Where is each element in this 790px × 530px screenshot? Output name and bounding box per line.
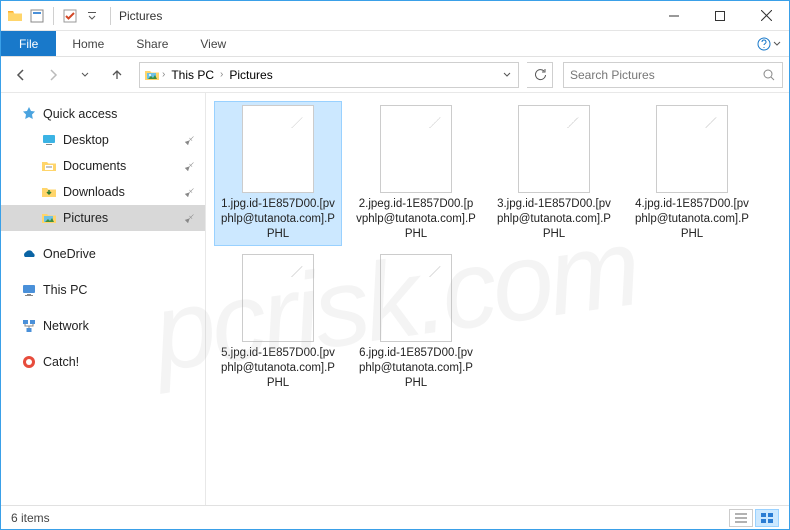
file-name: 3.jpg.id-1E857D00.[pvphlp@tutanota.com].…	[494, 197, 614, 242]
sidebar-this-pc[interactable]: This PC	[1, 277, 205, 303]
minimize-button[interactable]	[651, 1, 697, 30]
file-name: 6.jpg.id-1E857D00.[pvphlp@tutanota.com].…	[356, 346, 476, 391]
ribbon-help-icon[interactable]	[749, 31, 789, 56]
file-name: 1.jpg.id-1E857D00.[pvphlp@tutanota.com].…	[218, 197, 338, 242]
sidebar-catch[interactable]: Catch!	[1, 349, 205, 375]
file-icon	[518, 105, 590, 193]
pin-icon	[183, 185, 197, 199]
search-input[interactable]: Search Pictures	[563, 62, 783, 88]
pin-icon	[183, 211, 197, 225]
sidebar-network[interactable]: Network	[1, 313, 205, 339]
sidebar-item-label: Quick access	[43, 107, 117, 121]
icons-view-button[interactable]	[755, 509, 779, 527]
close-button[interactable]	[743, 1, 789, 30]
file-icon	[380, 254, 452, 342]
file-name: 4.jpg.id-1E857D00.[pvphlp@tutanota.com].…	[632, 197, 752, 242]
file-list[interactable]: 1.jpg.id-1E857D00.[pvphlp@tutanota.com].…	[206, 93, 789, 507]
forward-button[interactable]	[39, 61, 67, 89]
sidebar-item-label: OneDrive	[43, 247, 96, 261]
file-icon	[242, 254, 314, 342]
titlebar: Pictures	[1, 1, 789, 31]
address-dropdown-icon[interactable]	[500, 70, 514, 80]
breadcrumb-current[interactable]: Pictures	[225, 68, 276, 82]
qat-dropdown-icon[interactable]	[82, 6, 102, 26]
sidebar-item-label: This PC	[43, 283, 87, 297]
sidebar-item-desktop[interactable]: Desktop	[1, 127, 205, 153]
pin-icon	[183, 133, 197, 147]
file-icon	[242, 105, 314, 193]
properties-icon[interactable]	[27, 6, 47, 26]
file-icon	[656, 105, 728, 193]
onedrive-icon	[21, 246, 37, 262]
up-button[interactable]	[103, 61, 131, 89]
recent-dropdown-icon[interactable]	[71, 61, 99, 89]
chevron-right-icon[interactable]: ›	[218, 69, 225, 80]
maximize-button[interactable]	[697, 1, 743, 30]
ribbon: File Home Share View	[1, 31, 789, 57]
pc-icon	[21, 282, 37, 298]
file-item[interactable]: 2.jpeg.id-1E857D00.[pvphlp@tutanota.com]…	[352, 101, 480, 246]
sidebar-item-label: Pictures	[63, 211, 108, 225]
folder-icon	[41, 184, 57, 200]
status-count: 6 items	[11, 511, 50, 525]
address-bar[interactable]: › This PC › Pictures	[139, 62, 519, 88]
folder-icon	[5, 6, 25, 26]
checkbox-icon[interactable]	[60, 6, 80, 26]
back-button[interactable]	[7, 61, 35, 89]
sidebar-quick-access[interactable]: Quick access	[1, 101, 205, 127]
sidebar-item-label: Network	[43, 319, 89, 333]
file-tab[interactable]: File	[1, 31, 56, 56]
sidebar-item-label: Desktop	[63, 133, 109, 147]
status-bar: 6 items	[1, 505, 789, 529]
sidebar-item-label: Catch!	[43, 355, 79, 369]
refresh-button[interactable]	[527, 62, 553, 88]
network-icon	[21, 318, 37, 334]
search-icon[interactable]	[762, 68, 776, 82]
sidebar-onedrive[interactable]: OneDrive	[1, 241, 205, 267]
chevron-right-icon[interactable]: ›	[160, 69, 167, 80]
pin-icon	[183, 159, 197, 173]
catch-icon	[21, 354, 37, 370]
file-name: 2.jpeg.id-1E857D00.[pvphlp@tutanota.com]…	[356, 197, 476, 242]
sidebar-item-documents[interactable]: Documents	[1, 153, 205, 179]
breadcrumb-root[interactable]: This PC	[167, 68, 218, 82]
tab-share[interactable]: Share	[120, 31, 184, 56]
file-item[interactable]: 4.jpg.id-1E857D00.[pvphlp@tutanota.com].…	[628, 101, 756, 246]
file-item[interactable]: 1.jpg.id-1E857D00.[pvphlp@tutanota.com].…	[214, 101, 342, 246]
file-icon	[380, 105, 452, 193]
navbar: › This PC › Pictures Search Pictures	[1, 57, 789, 93]
star-icon	[21, 106, 37, 122]
file-item[interactable]: 6.jpg.id-1E857D00.[pvphlp@tutanota.com].…	[352, 250, 480, 395]
sidebar-item-downloads[interactable]: Downloads	[1, 179, 205, 205]
search-placeholder: Search Pictures	[570, 68, 655, 82]
folder-icon	[41, 132, 57, 148]
sidebar-item-pictures[interactable]: Pictures	[1, 205, 205, 231]
folder-icon	[41, 210, 57, 226]
file-item[interactable]: 5.jpg.id-1E857D00.[pvphlp@tutanota.com].…	[214, 250, 342, 395]
sidebar-item-label: Downloads	[63, 185, 125, 199]
tab-home[interactable]: Home	[56, 31, 120, 56]
window-title: Pictures	[115, 9, 162, 23]
tab-view[interactable]: View	[184, 31, 242, 56]
folder-icon	[41, 158, 57, 174]
file-name: 5.jpg.id-1E857D00.[pvphlp@tutanota.com].…	[218, 346, 338, 391]
details-view-button[interactable]	[729, 509, 753, 527]
pictures-icon	[144, 67, 160, 83]
sidebar-item-label: Documents	[63, 159, 126, 173]
navigation-pane: Quick access Desktop Documents Downloads Pi…	[1, 93, 206, 507]
file-item[interactable]: 3.jpg.id-1E857D00.[pvphlp@tutanota.com].…	[490, 101, 618, 246]
